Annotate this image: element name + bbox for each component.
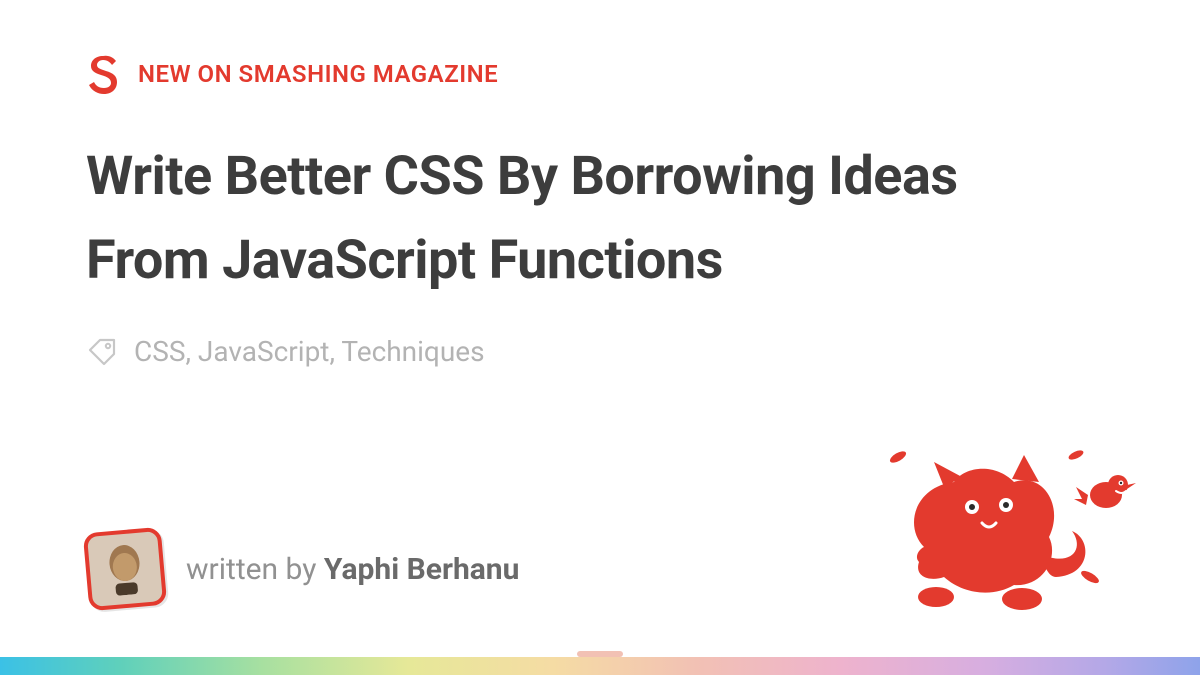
byline-author-name: Yaphi Berhanu: [324, 552, 520, 587]
tag-icon: [86, 336, 118, 368]
kicker-text: NEW ON SMASHING MAGAZINE: [138, 60, 498, 88]
kicker-row: NEW ON SMASHING MAGAZINE: [86, 54, 498, 94]
author-avatar: [83, 527, 168, 612]
tags-row: CSS, JavaScript, Techniques: [86, 335, 485, 368]
avatar-placeholder-icon: [102, 541, 148, 596]
rainbow-tab: [577, 651, 623, 657]
tags-text: CSS, JavaScript, Techniques: [134, 335, 485, 368]
author-row: written by Yaphi Berhanu: [86, 530, 519, 608]
smashing-logo-icon: [86, 54, 120, 94]
article-title: Write Better CSS By Borrowing Ideas From…: [86, 135, 1066, 302]
byline: written by Yaphi Berhanu: [186, 552, 519, 587]
social-card: NEW ON SMASHING MAGAZINE Write Better CS…: [0, 0, 1200, 675]
byline-prefix: written by: [186, 552, 324, 587]
mascot-illustration: [864, 427, 1144, 617]
rainbow-footer: [0, 657, 1200, 675]
